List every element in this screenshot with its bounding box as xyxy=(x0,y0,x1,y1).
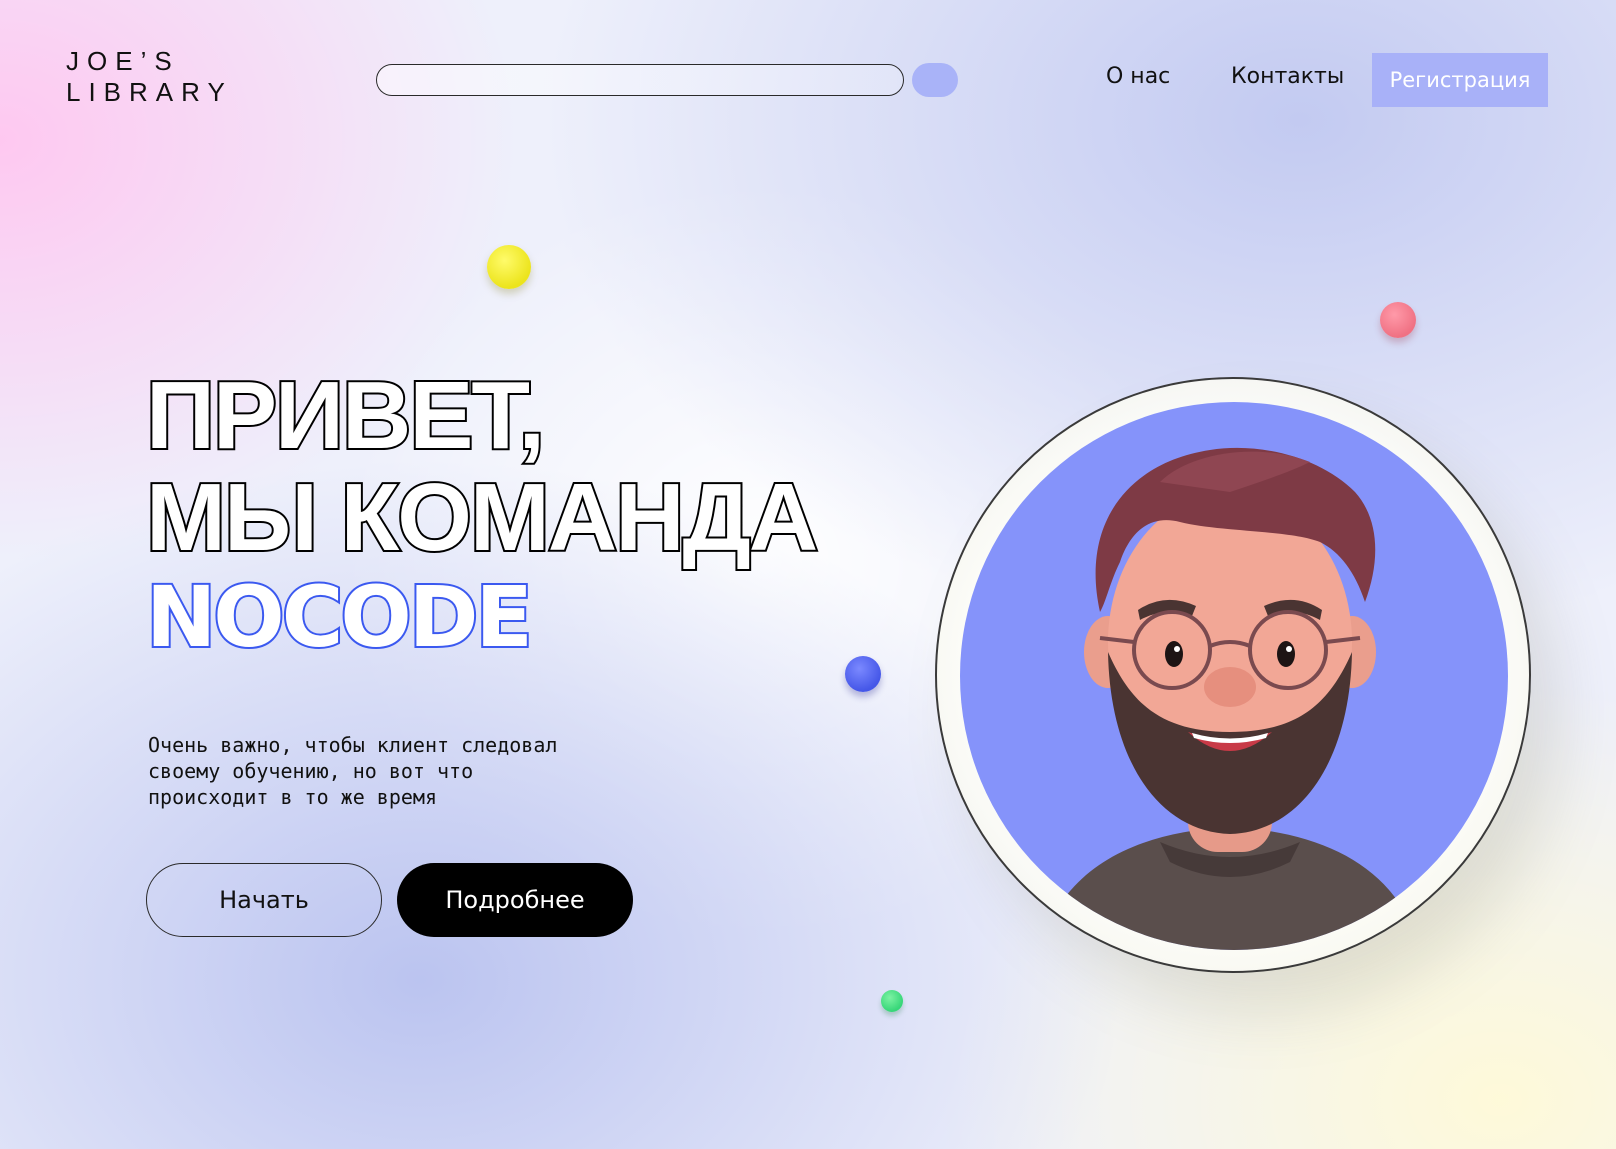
avatar-illustration-icon xyxy=(1040,447,1420,950)
search-button[interactable] xyxy=(912,63,958,97)
nav-contacts[interactable]: Контакты xyxy=(1231,64,1344,89)
logo-line-1: JOE’S xyxy=(66,46,180,76)
logo-line-2: LIBRARY xyxy=(66,77,233,107)
more-button[interactable]: Подробнее xyxy=(397,863,633,937)
decor-blue-dot xyxy=(845,656,881,692)
decor-green-dot xyxy=(881,990,903,1012)
logo[interactable]: JOE’S LIBRARY xyxy=(66,46,233,108)
start-button[interactable]: Начать xyxy=(146,863,382,937)
decor-pink-dot xyxy=(1380,302,1416,338)
search-input[interactable] xyxy=(376,64,904,96)
hero-title-nocode: NOCODE xyxy=(144,568,535,666)
register-button[interactable]: Регистрация xyxy=(1372,53,1548,107)
avatar xyxy=(960,402,1508,950)
decor-yellow-dot xyxy=(487,245,531,289)
hero-description: Очень важно, чтобы клиент следовал своем… xyxy=(148,733,558,809)
nav-about[interactable]: О нас xyxy=(1106,64,1170,89)
hero-title-line-1: ПРИВЕТ, xyxy=(144,362,547,469)
hero-title-line-2: МЫ КОМАНДА xyxy=(144,464,820,571)
